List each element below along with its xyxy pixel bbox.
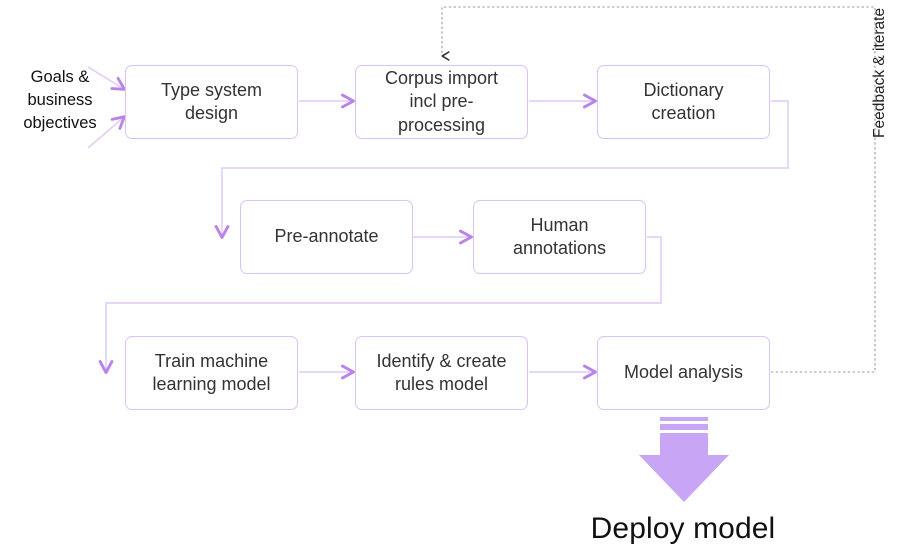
- feedback-iterate-label: Feedback & iterate: [871, 7, 888, 138]
- deploy-model-label: Deploy model: [590, 512, 776, 545]
- node-dictionary-creation[interactable]: Dictionary creation: [597, 65, 770, 139]
- node-label: Identify & create rules model: [376, 350, 507, 394]
- node-label: Dictionary creation: [643, 79, 724, 123]
- node-label: Human annotations: [512, 214, 607, 258]
- node-label: Train machine learning model: [152, 350, 271, 394]
- node-train-machine-learning-model[interactable]: Train machine learning model: [125, 336, 298, 410]
- node-model-analysis[interactable]: Model analysis: [597, 336, 770, 410]
- node-label: Type system design: [160, 79, 263, 123]
- edge-feedback-iterate: [441, 6, 876, 373]
- workflow-diagram: Type system design Corpus import incl pr…: [0, 0, 900, 549]
- node-corpus-import[interactable]: Corpus import incl pre- processing: [355, 65, 528, 139]
- deploy-arrow-icon: [639, 417, 729, 502]
- node-type-system-design[interactable]: Type system design: [125, 65, 298, 139]
- node-label: Model analysis: [623, 362, 744, 383]
- node-label: Pre-annotate: [274, 226, 379, 247]
- goals-business-objectives-label: Goals & business objectives: [23, 68, 97, 132]
- node-pre-annotate[interactable]: Pre-annotate: [240, 200, 413, 274]
- node-label: Corpus import incl pre- processing: [384, 68, 499, 135]
- node-human-annotations[interactable]: Human annotations: [473, 200, 646, 274]
- node-identify-create-rules-model[interactable]: Identify & create rules model: [355, 336, 528, 410]
